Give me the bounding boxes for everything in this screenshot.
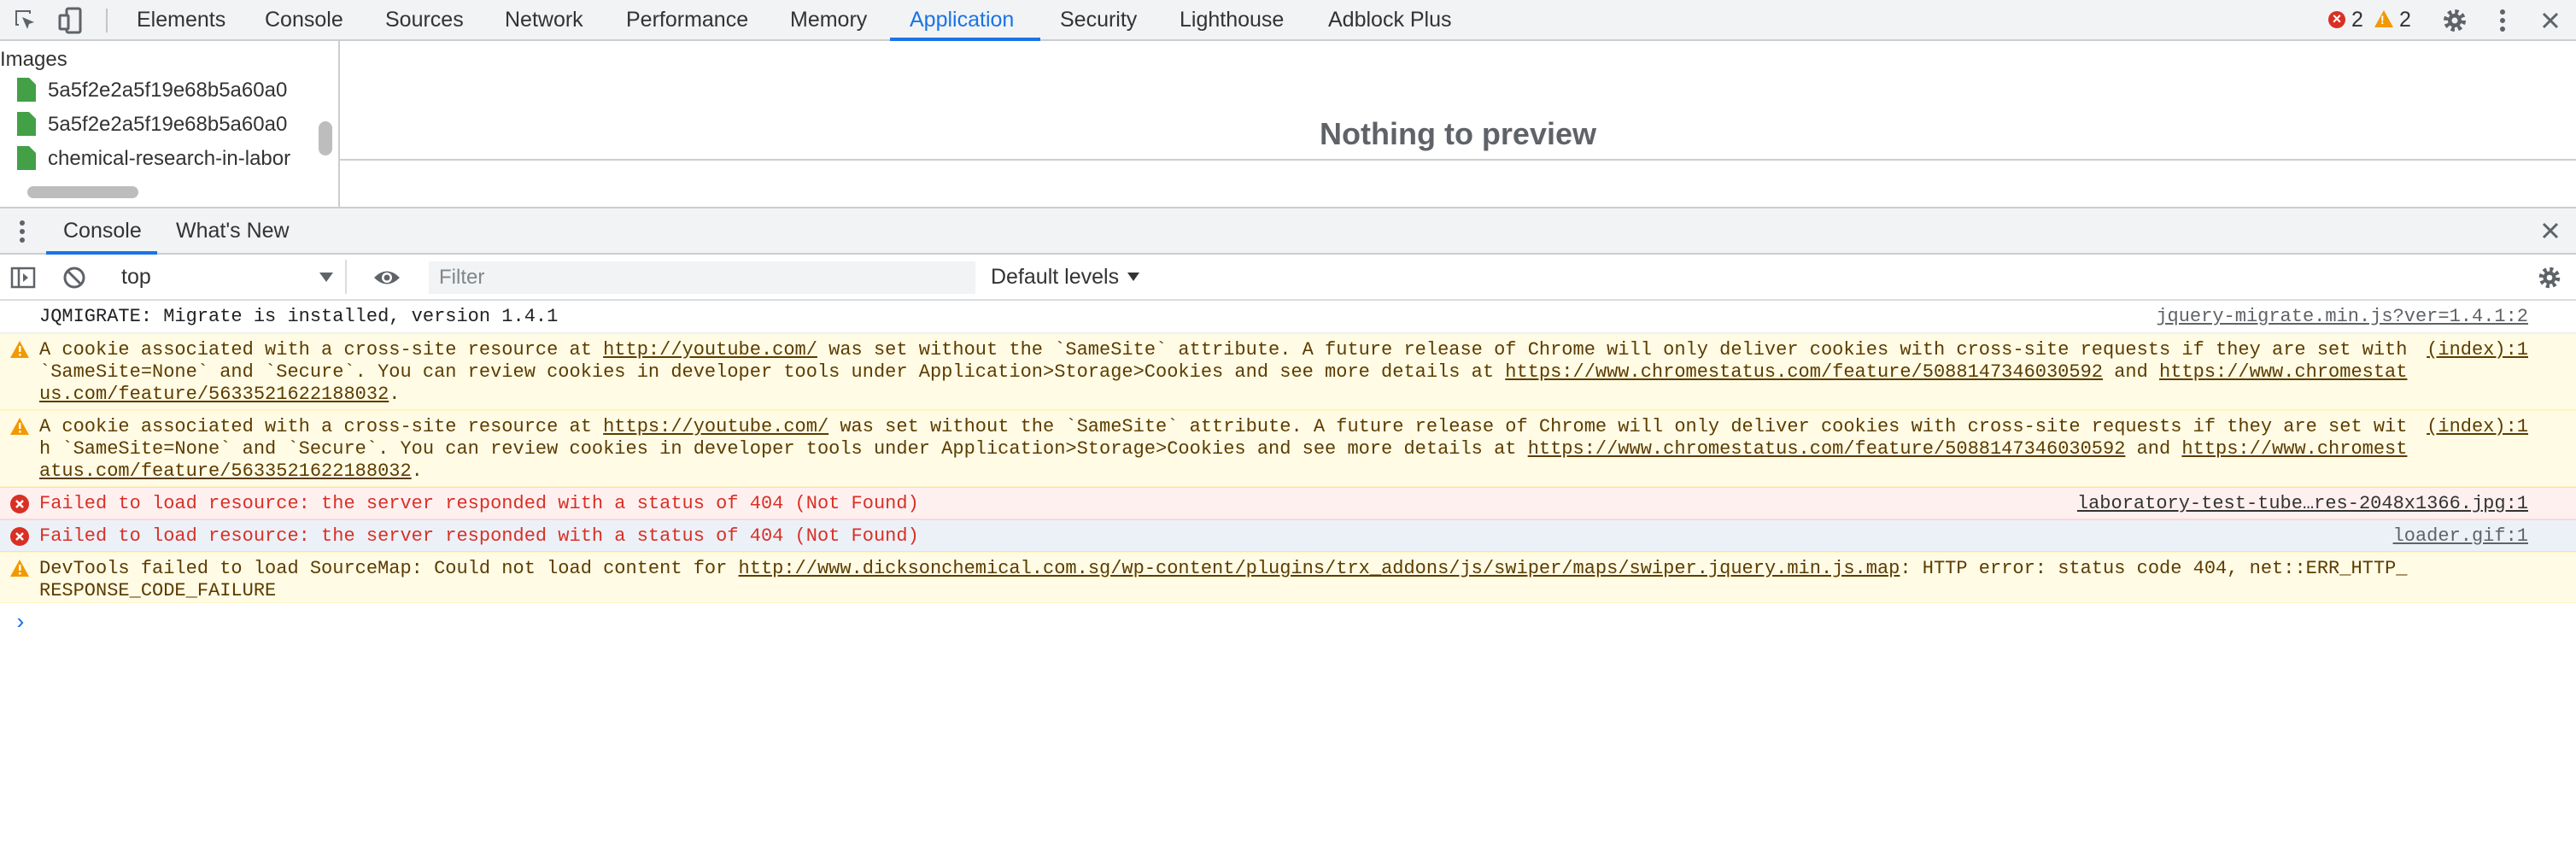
message-source-link[interactable]: laboratory-test-tube…res-2048x1366.jpg:1 xyxy=(2077,493,2528,515)
console-message-warning: DevTools failed to load SourceMap: Could… xyxy=(0,552,2576,603)
error-count-badge[interactable]: 2 xyxy=(2328,0,2363,39)
message-text: JQMIGRATE: Migrate is installed, version… xyxy=(39,306,559,327)
console-message-error: Failed to load resource: the server resp… xyxy=(0,487,2576,519)
clear-console-icon[interactable] xyxy=(61,265,87,290)
console-messages: JQMIGRATE: Migrate is installed, version… xyxy=(0,301,2576,856)
warning-count-badge[interactable]: 2 xyxy=(2374,0,2411,39)
log-levels-dropdown[interactable]: Default levels xyxy=(991,260,1140,294)
show-sidebar-icon[interactable] xyxy=(10,265,36,290)
tab-network[interactable]: Network xyxy=(505,0,583,39)
sidebar-file-item[interactable]: 5a5f2e2a5f19e68b5a60a0 xyxy=(17,109,313,140)
message-text-segment: A cookie associated with a cross-site re… xyxy=(39,339,604,361)
message-url-link[interactable]: http://youtube.com/ xyxy=(603,339,817,361)
warning-icon xyxy=(10,560,29,577)
tab-performance[interactable]: Performance xyxy=(626,0,748,39)
tab-sources[interactable]: Sources xyxy=(385,0,464,39)
devtools-tab-bar: Elements Console Sources Network Perform… xyxy=(0,0,2576,41)
tab-elements[interactable]: Elements xyxy=(137,0,225,39)
toolbar-divider xyxy=(106,9,108,32)
console-prompt-caret[interactable]: › xyxy=(14,610,27,636)
message-url-link[interactable]: http://www.dicksonchemical.com.sg/wp-con… xyxy=(739,558,1900,579)
file-name: 5a5f2e2a5f19e68b5a60a0 xyxy=(48,79,288,102)
image-file-icon xyxy=(17,112,36,136)
javascript-context-select[interactable]: top xyxy=(111,260,347,294)
application-panel: Images 5a5f2e2a5f19e68b5a60a0 5a5f2e2a5f… xyxy=(0,41,2576,207)
application-sidebar: Images 5a5f2e2a5f19e68b5a60a0 5a5f2e2a5f… xyxy=(0,41,338,207)
message-text-segment: . xyxy=(411,460,423,482)
image-file-icon xyxy=(17,78,36,102)
error-icon xyxy=(2328,11,2345,28)
warning-icon xyxy=(10,341,29,358)
drawer-tab-whats-new[interactable]: What's New xyxy=(176,208,290,253)
drawer-tab-console[interactable]: Console xyxy=(63,208,142,253)
live-expression-eye-icon[interactable] xyxy=(372,265,401,290)
device-toolbar-icon[interactable] xyxy=(56,5,87,36)
sidebar-horizontal-scrollbar[interactable] xyxy=(27,186,138,198)
console-filter-input[interactable] xyxy=(429,261,975,294)
error-icon xyxy=(10,495,29,513)
sidebar-file-item[interactable]: 5a5f2e2a5f19e68b5a60a0 xyxy=(17,75,313,106)
message-url-link[interactable]: https://www.chromestatus.com/feature/508… xyxy=(1528,438,2126,460)
message-url-link[interactable]: https://www.chromestatus.com/feature/508… xyxy=(1505,361,2103,383)
drawer-menu-icon[interactable] xyxy=(14,219,31,244)
warning-icon xyxy=(2374,10,2393,27)
message-source-link[interactable]: (index):1 xyxy=(2427,339,2528,361)
tab-lighthouse[interactable]: Lighthouse xyxy=(1180,0,1284,39)
message-text-segment: DevTools failed to load SourceMap: Could… xyxy=(39,558,739,579)
console-message-info: JQMIGRATE: Migrate is installed, version… xyxy=(0,301,2576,333)
context-value: top xyxy=(121,265,151,289)
file-name: chemical-research-in-labor xyxy=(48,147,291,170)
chevron-down-icon xyxy=(319,273,333,282)
warning-icon xyxy=(10,418,29,435)
tab-adblock-plus[interactable]: Adblock Plus xyxy=(1328,0,1452,39)
message-source-link[interactable]: (index):1 xyxy=(2427,416,2528,438)
error-count: 2 xyxy=(2351,8,2363,32)
tab-security[interactable]: Security xyxy=(1060,0,1137,39)
message-text-segment: A cookie associated with a cross-site re… xyxy=(39,416,604,437)
gear-icon[interactable] xyxy=(2439,5,2470,36)
sidebar-group-images[interactable]: Images xyxy=(0,48,67,72)
message-source-link[interactable]: jquery-migrate.min.js?ver=1.4.1:2 xyxy=(2156,306,2528,328)
log-levels-label: Default levels xyxy=(991,265,1120,289)
tab-application[interactable]: Application xyxy=(910,0,1014,39)
sidebar-vertical-scrollbar[interactable] xyxy=(319,121,332,155)
drawer-tab-bar: Console What's New xyxy=(0,207,2576,255)
console-message-error: Failed to load resource: the server resp… xyxy=(0,519,2576,552)
message-text-segment: . xyxy=(389,384,401,405)
tab-console[interactable]: Console xyxy=(265,0,343,39)
console-toolbar: top Default levels xyxy=(0,255,2576,301)
message-source-link[interactable]: loader.gif:1 xyxy=(2393,525,2528,548)
error-icon xyxy=(10,527,29,546)
console-settings-gear-icon[interactable] xyxy=(2535,263,2564,292)
message-text-segment: and xyxy=(2103,361,2160,383)
message-url-link[interactable]: https://youtube.com/ xyxy=(603,416,828,437)
console-message-warning: A cookie associated with a cross-site re… xyxy=(0,333,2576,410)
empty-preview-message: Nothing to preview xyxy=(1320,116,1596,151)
message-text: DevTools failed to load SourceMap: Could… xyxy=(39,558,2414,602)
inspect-element-icon[interactable] xyxy=(10,5,41,36)
message-text: A cookie associated with a cross-site re… xyxy=(39,339,2414,406)
message-text: A cookie associated with a cross-site re… xyxy=(39,416,2414,483)
dropdown-arrow-icon xyxy=(1127,273,1140,281)
kebab-menu-icon[interactable] xyxy=(2487,5,2518,36)
message-text-segment: and xyxy=(2125,438,2182,460)
console-message-warning: A cookie associated with a cross-site re… xyxy=(0,410,2576,487)
image-file-icon xyxy=(17,146,36,170)
warning-count: 2 xyxy=(2398,8,2411,32)
tab-memory[interactable]: Memory xyxy=(790,0,867,39)
sidebar-file-item[interactable]: chemical-research-in-labor xyxy=(17,144,313,174)
file-name: 5a5f2e2a5f19e68b5a60a0 xyxy=(48,113,288,136)
preview-divider xyxy=(340,159,2576,161)
close-drawer-icon[interactable] xyxy=(2537,217,2564,244)
close-devtools-icon[interactable] xyxy=(2535,5,2566,36)
message-text: Failed to load resource: the server resp… xyxy=(39,525,919,547)
